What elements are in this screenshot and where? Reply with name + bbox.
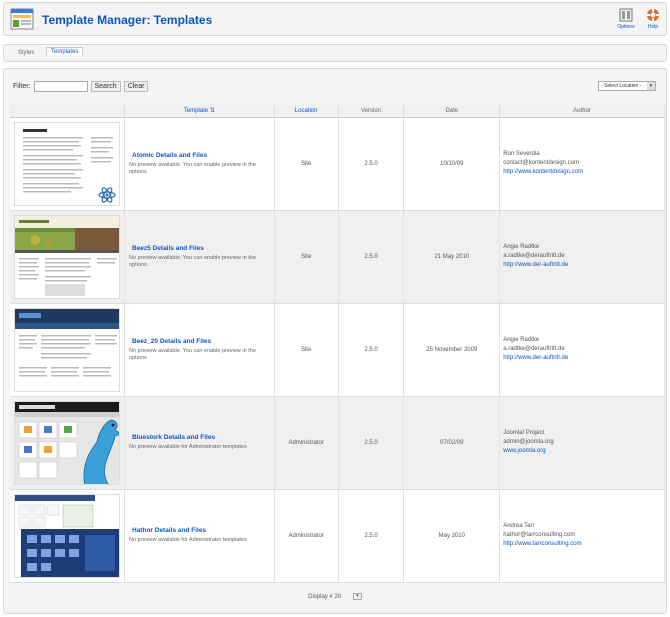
table-row: Bluestork Details and Files No preview a… (10, 396, 665, 490)
template-name-link[interactable]: Atomic Details and Files (132, 152, 274, 159)
options-button[interactable]: Options (613, 8, 639, 30)
author-email: admin@joomla.org (503, 439, 554, 445)
beez20-thumbnail[interactable] (14, 307, 120, 392)
filter-label: Filter: (13, 83, 31, 90)
preview-note: No preview available for Administrator t… (129, 537, 247, 543)
template-thumbnail-cell (10, 489, 125, 583)
table-row: Beez_20 Details and Files No preview ava… (10, 303, 665, 397)
version-cell: 2.5.0 (338, 489, 405, 583)
location-select[interactable]: - Select Location - ▾ (598, 81, 656, 91)
template-cell: Bluestork Details and Files No preview a… (124, 396, 275, 490)
column-template[interactable]: Template ⇅ (124, 105, 275, 118)
author-url-link[interactable]: http://www.der-auftritt.de (503, 261, 664, 270)
author-name: Angie Radtke (503, 244, 540, 250)
date-cell: 07/02/09 (403, 396, 501, 490)
version-cell: 2.5.0 (338, 210, 405, 304)
pagination: Display # 20 ▾ (4, 593, 666, 600)
template-thumbnail-cell (10, 117, 125, 211)
template-name-link[interactable]: Beez5 Details and Files (132, 245, 274, 252)
hathor-thumbnail[interactable] (14, 493, 120, 578)
date-cell: 10/10/09 (403, 117, 501, 211)
help-icon (646, 8, 660, 22)
author-name: Angie Radtke (503, 337, 540, 343)
column-location[interactable]: Location (274, 105, 339, 118)
tab-templates[interactable]: Templates (46, 47, 84, 56)
display-label: Display # (308, 594, 333, 601)
location-cell: Site (274, 303, 339, 397)
column-date: Date (403, 105, 501, 118)
column-version: Version (338, 105, 405, 118)
version-cell: 2.5.0 (338, 117, 405, 211)
author-cell: Ron Severdia contact@kontentdesign.com h… (499, 117, 665, 211)
template-cell: Hathor Details and Files No preview avai… (124, 489, 275, 583)
author-email: a.radtke@derauftritt.de (503, 253, 565, 259)
table-row: Beez5 Details and Files No preview avail… (10, 210, 665, 304)
table-row: Hathor Details and Files No preview avai… (10, 489, 665, 583)
page-header: Template Manager: Templates Options Help (3, 2, 667, 36)
tab-styles[interactable]: Styles (14, 49, 38, 57)
template-cell: Atomic Details and Files No preview avai… (124, 117, 275, 211)
location-cell: Administrator (274, 396, 339, 490)
template-name-link[interactable]: Hathor Details and Files (132, 527, 274, 534)
display-value[interactable]: 20 (335, 594, 342, 600)
location-select-value: - Select Location - (601, 83, 642, 89)
beez5-thumbnail[interactable] (14, 214, 120, 299)
template-manager-icon (10, 7, 34, 31)
filter-bar: Filter: Search Clear (13, 81, 149, 92)
atomic-thumbnail[interactable] (14, 121, 120, 206)
author-email: a.radtke@derauftritt.de (503, 346, 565, 352)
page-title: Template Manager: Templates (42, 13, 213, 27)
help-label: Help (647, 24, 659, 30)
clear-button[interactable]: Clear (123, 81, 149, 92)
author-name: Ron Severdia (503, 151, 540, 157)
template-name-link[interactable]: Bluestork Details and Files (132, 434, 274, 441)
chevron-down-icon: ▾ (647, 82, 655, 90)
author-url-link[interactable]: www.joomla.org (503, 447, 664, 456)
author-url-link[interactable]: http://www.kontentdesign.com (503, 168, 664, 177)
template-cell: Beez_20 Details and Files No preview ava… (124, 303, 275, 397)
author-url-link[interactable]: http://www.der-auftritt.de (503, 354, 664, 363)
version-cell: 2.5.0 (338, 303, 405, 397)
bluestork-thumbnail[interactable] (14, 400, 120, 485)
options-label: Options (617, 24, 635, 30)
author-email: hathor@tarrconsulting.com (503, 532, 576, 538)
templates-panel: Filter: Search Clear - Select Location -… (3, 68, 667, 614)
date-cell: 25 November 2009 (403, 303, 501, 397)
help-button[interactable]: Help (640, 8, 666, 30)
author-name: Joomla! Project (503, 430, 545, 436)
template-thumbnail-cell (10, 303, 125, 397)
templates-table: Template ⇅ Location Version Date Author (10, 105, 665, 583)
version-cell: 2.5.0 (338, 396, 405, 490)
author-cell: Andrea Tarr hathor@tarrconsulting.com ht… (499, 489, 665, 583)
date-cell: May 2010 (403, 489, 501, 583)
template-thumbnail-cell (10, 396, 125, 490)
preview-note: No preview available for Administrator t… (129, 444, 247, 450)
preview-note: No preview available. You can enable pre… (129, 161, 256, 175)
author-cell: Joomla! Project admin@joomla.org www.joo… (499, 396, 665, 490)
location-cell: Site (274, 117, 339, 211)
template-thumbnail-cell (10, 210, 125, 304)
preview-note: No preview available. You can enable pre… (129, 254, 256, 268)
options-icon (619, 8, 633, 22)
template-cell: Beez5 Details and Files No preview avail… (124, 210, 275, 304)
author-name: Andrea Tarr (503, 523, 535, 529)
author-cell: Angie Radtke a.radtke@derauftritt.de htt… (499, 303, 665, 397)
submenu: Styles Templates (3, 44, 667, 62)
location-cell: Administrator (274, 489, 339, 583)
filter-input[interactable] (33, 81, 88, 92)
preview-note: No preview available. You can enable pre… (129, 347, 256, 361)
sort-icon: ⇅ (209, 108, 215, 115)
author-url-link[interactable]: http://www.tarrconsulting.com (503, 540, 664, 549)
column-thumbnail (10, 105, 125, 118)
search-button[interactable]: Search (90, 81, 121, 92)
chevron-down-icon[interactable]: ▾ (352, 593, 362, 600)
date-cell: 21 May 2010 (403, 210, 501, 304)
author-email: contact@kontentdesign.com (503, 160, 580, 166)
template-name-link[interactable]: Beez_20 Details and Files (132, 338, 274, 345)
column-author: Author (499, 105, 665, 118)
author-cell: Angie Radtke a.radtke@derauftritt.de htt… (499, 210, 665, 304)
table-row: Atomic Details and Files No preview avai… (10, 117, 665, 211)
location-cell: Site (274, 210, 339, 304)
